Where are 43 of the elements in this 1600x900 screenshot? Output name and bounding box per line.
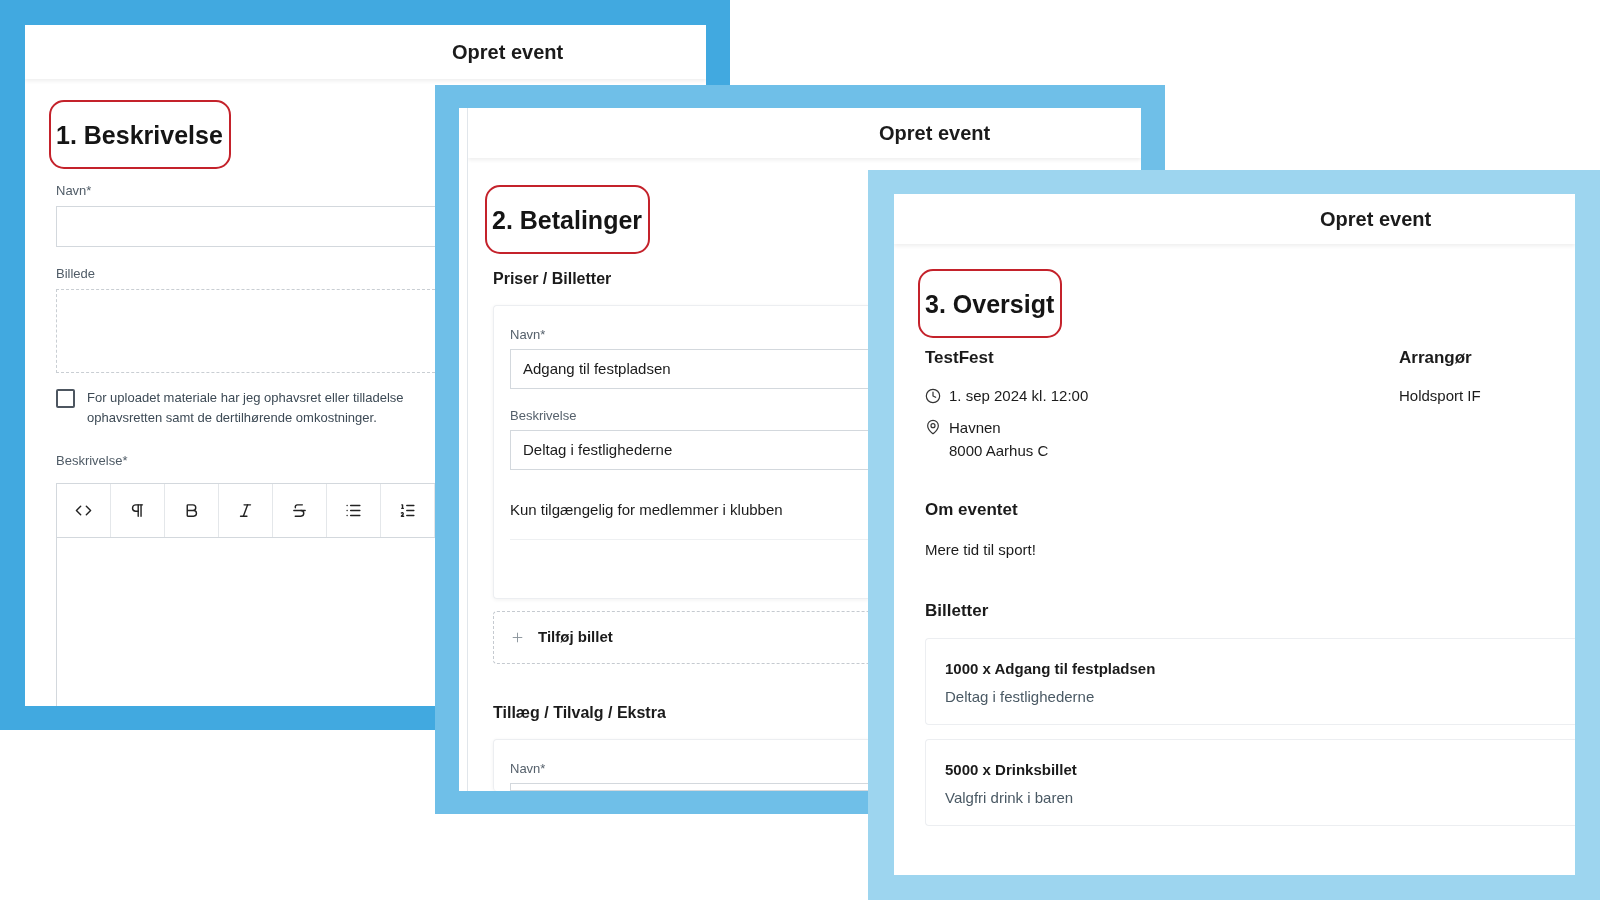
italic-icon [237, 502, 254, 519]
page-title: Opret event [879, 121, 991, 146]
checkbox[interactable] [56, 389, 75, 408]
text-input[interactable] [510, 783, 869, 791]
consent-text: For uploadet materiale har jeg ophavsret eller tilladelse ophavsretten samt de dertilhørende omkostninger. [87, 389, 404, 427]
ticket-description: Valgfri drink i baren [945, 788, 1074, 808]
section-heading: Tillæg / Tilvalg / Ekstra [493, 703, 666, 723]
text-input[interactable]: Deltag i festlighederne [510, 430, 869, 470]
location-pin-icon [925, 419, 941, 435]
text-input[interactable]: Adgang til festpladsen [510, 349, 869, 389]
field-label: Beskrivelse* [56, 453, 128, 469]
numbered-list-icon [399, 502, 416, 519]
bullet-list-icon [345, 502, 362, 519]
field-label: Billede [56, 266, 96, 282]
ticket-title: 1000 x Adgang til festpladsen [945, 659, 1156, 679]
field-label: Navn* [510, 761, 546, 777]
organizer-heading: Arrangør [1399, 347, 1472, 369]
step-heading: 2. Betalinger [492, 204, 643, 235]
event-date: 1. sep 2024 kl. 12:00 [949, 386, 1089, 406]
field-label: Beskrivelse [510, 408, 577, 424]
option-text: Kun tilgængelig for medlemmer i klubben [510, 500, 783, 520]
plus-icon [510, 630, 525, 645]
add-ticket-button[interactable]: Tilføj billet [493, 611, 869, 664]
field-label: Navn* [510, 327, 546, 343]
event-name: TestFest [925, 347, 994, 369]
strikethrough-icon [291, 502, 308, 519]
field-label: Navn* [56, 183, 92, 199]
clock-icon [925, 388, 941, 404]
organizer-name: Holdsport IF [1399, 386, 1481, 406]
step-heading: 3. Oversigt [925, 288, 1055, 319]
ticket-description: Deltag i festlighederne [945, 687, 1095, 707]
page-title: Opret event [1320, 207, 1432, 232]
address-line: Havnen [949, 418, 1001, 438]
section-heading: Priser / Billetter [493, 269, 612, 289]
section-heading: Om eventet [925, 499, 1018, 521]
page-title: Opret event [452, 40, 564, 65]
section-heading: Billetter [925, 600, 989, 622]
ticket-title: 5000 x Drinksbillet [945, 760, 1077, 780]
about-text: Mere tid til sport! [925, 540, 1036, 560]
address-line: 8000 Aarhus C [949, 441, 1049, 461]
step-heading: 1. Beskrivelse [56, 119, 223, 150]
text-input[interactable] [56, 206, 435, 247]
pilcrow-icon [129, 502, 146, 519]
